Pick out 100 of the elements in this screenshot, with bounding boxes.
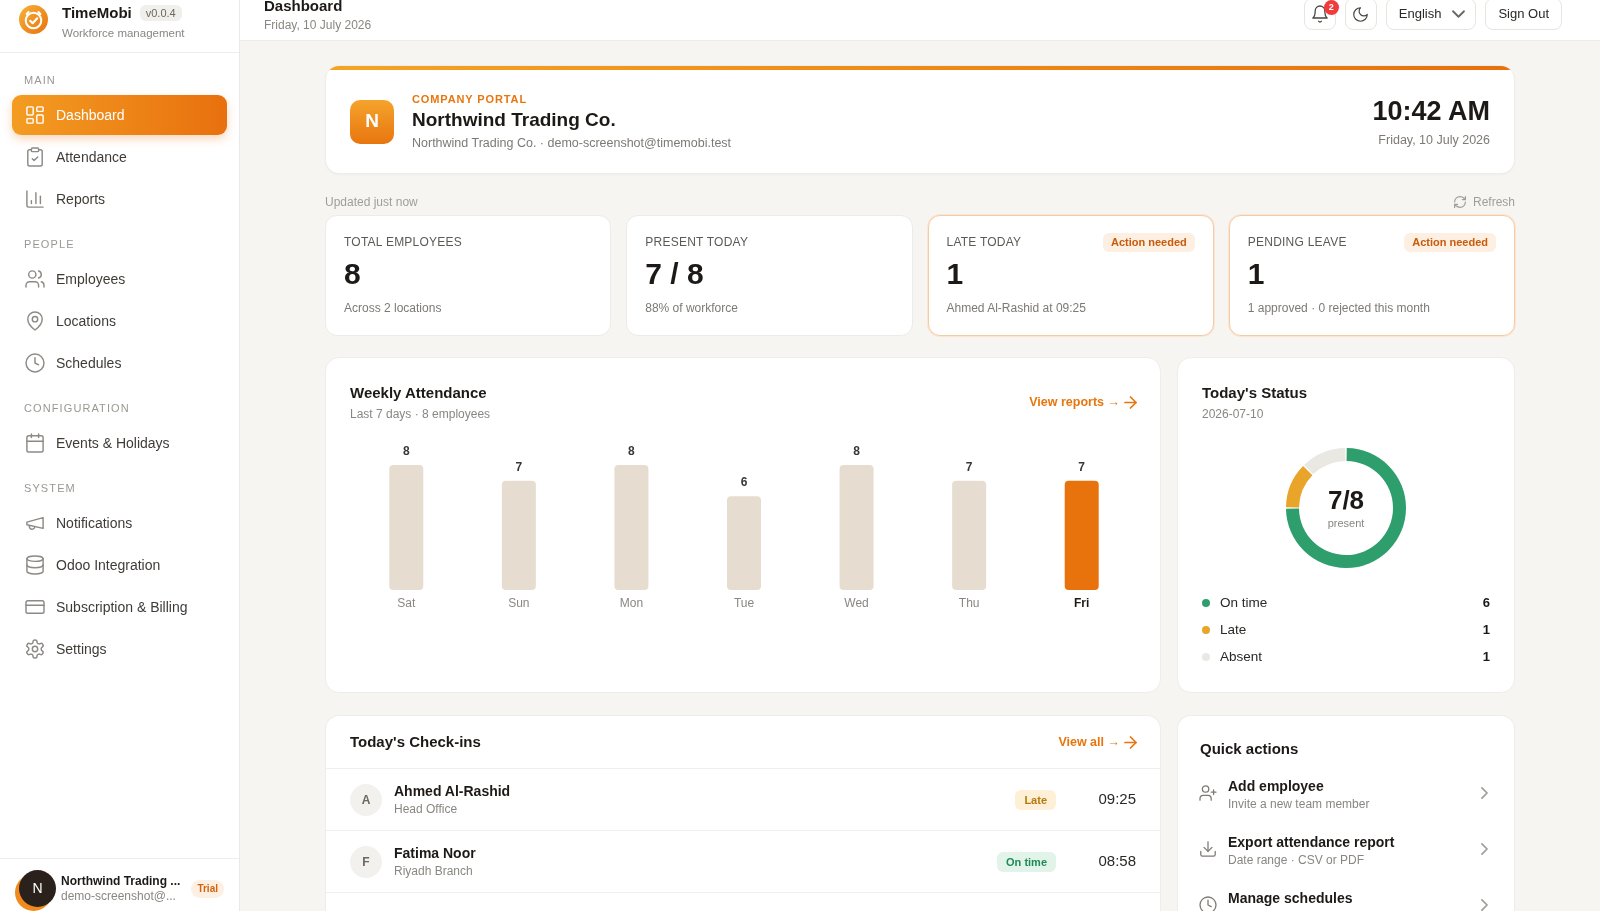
clock-icon — [1200, 897, 1216, 911]
legend-count: 1 — [1482, 621, 1490, 640]
language-select[interactable]: English — [1385, 0, 1477, 30]
stat-label: PRESENT TODAY — [645, 235, 749, 249]
stat-value: 7 / 8 — [645, 257, 705, 291]
clock-date: Friday, 10 July 2026 — [1378, 132, 1490, 148]
theme-toggle-button[interactable] — [1344, 0, 1377, 30]
stat-value: 8 — [344, 257, 362, 291]
card-title: Today's Status — [1202, 384, 1307, 402]
legend-label: Late — [1220, 620, 1247, 639]
logo-icon — [19, 5, 48, 34]
bar-value-label: 7 — [1078, 459, 1086, 474]
bar-value-label: 8 — [853, 444, 860, 458]
employee-name: Fatima Noor — [394, 844, 476, 862]
clipboard-check-icon — [26, 148, 44, 166]
credit-card-icon — [26, 598, 44, 616]
employee-name: Ahmed Al-Rashid — [394, 782, 511, 800]
chevron-right-icon — [1481, 787, 1488, 799]
nav-item[interactable]: Locations — [12, 301, 227, 341]
nav-item[interactable]: Notifications — [12, 503, 227, 543]
dashboard-grid-icon — [26, 106, 44, 124]
brand-name: TimeMobi — [62, 3, 132, 23]
day-axis-label: Mon — [619, 596, 644, 610]
chevron-right-icon — [1481, 899, 1488, 911]
megaphone-icon — [26, 514, 44, 532]
checkin-time: 09:25 — [1097, 789, 1136, 810]
account-name: Northwind Trading ... — [61, 873, 181, 889]
stat-label: LATE TODAY — [946, 235, 1022, 249]
users-icon — [26, 270, 44, 288]
stat-note: Across 2 locations — [344, 301, 443, 316]
employee-avatar: F — [350, 845, 382, 878]
notification-count-badge: 2 — [1323, 0, 1339, 15]
card-title: Weekly Attendance — [350, 384, 488, 402]
nav-item[interactable]: Schedules — [12, 343, 227, 383]
nav-section-label: MAIN — [23, 73, 57, 88]
attendance-status-tag: On time — [997, 851, 1056, 872]
card-title: Quick actions — [1200, 740, 1299, 757]
day-axis-label: Fri — [1074, 596, 1090, 610]
updated-text: Updated just now — [325, 195, 418, 209]
legend-count: 6 — [1482, 594, 1490, 613]
brand-tagline: Workforce management — [62, 26, 185, 40]
stat-note: 88% of workforce — [645, 301, 739, 316]
stat-value: 1 — [946, 257, 965, 291]
sign-out-button[interactable]: Sign Out — [1485, 0, 1562, 30]
nav-item[interactable]: Attendance — [12, 137, 227, 177]
day-axis-label: Sat — [397, 596, 416, 610]
card-subtitle: 2026-07-10 — [1202, 406, 1265, 422]
arrow-right-icon — [1125, 396, 1136, 408]
map-pin-icon — [26, 312, 44, 330]
donut-center-label: present — [1327, 516, 1365, 530]
company-details: Northwind Trading Co. · demo-screenshot@timemobi.test — [412, 135, 732, 151]
bar-value-label: 7 — [515, 459, 523, 474]
quick-action-item[interactable]: Add employee Invite a new team member — [1178, 767, 1514, 823]
moon-icon — [1353, 6, 1369, 22]
database-icon — [26, 556, 44, 574]
nav-item[interactable]: Reports — [12, 179, 227, 219]
card-subtitle: Last 7 days · 8 employees — [350, 406, 491, 422]
arrow-right-icon — [1125, 736, 1136, 748]
stat-label: PENDING LEAVE — [1247, 235, 1347, 249]
day-axis-label: Wed — [844, 596, 869, 610]
nav-section-label: CONFIGURATION — [23, 401, 131, 416]
settings-icon — [26, 640, 44, 658]
stat-note: 1 approved · 0 rejected this month — [1247, 301, 1431, 316]
legend-count: 1 — [1482, 648, 1490, 667]
bar-value-label: 7 — [965, 459, 973, 474]
refresh-icon — [1453, 196, 1466, 208]
user-plus-icon — [1200, 785, 1216, 801]
nav-item[interactable]: Events & Holidays — [12, 423, 227, 463]
chevron-right-icon — [1481, 843, 1488, 855]
quick-action-item[interactable]: Manage schedules — [1178, 879, 1514, 911]
notifications-button[interactable]: 2 — [1303, 0, 1336, 30]
nav-section-label: PEOPLE — [23, 237, 76, 252]
bar-value-label: 8 — [628, 444, 635, 458]
chevron-down-icon — [1453, 11, 1465, 17]
account-email: demo-screenshot@... — [61, 889, 177, 904]
card-title: Today's Check-ins — [350, 733, 481, 751]
donut-center-value: 7/8 — [1327, 486, 1365, 514]
plan-badge: Trial — [191, 879, 224, 898]
alert-badge: Action needed — [1404, 232, 1496, 252]
stat-label: TOTAL EMPLOYEES — [344, 235, 463, 249]
company-name: Northwind Trading Co. — [412, 108, 617, 132]
legend-label: Absent — [1220, 647, 1263, 666]
stat-note: Ahmed Al-Rashid at 09:25 — [946, 301, 1087, 316]
download-icon — [1200, 841, 1216, 857]
bar-value-label: 8 — [402, 444, 410, 458]
nav-item[interactable]: Employees — [12, 259, 227, 299]
quick-action-item[interactable]: Export attendance report Date range · CSV or PDF — [1178, 823, 1514, 879]
nav-item[interactable]: Subscription & Billing — [12, 587, 227, 627]
version-badge: v0.0.4 — [139, 5, 182, 21]
page-title: Dashboard — [264, 0, 344, 15]
employee-location: Riyadh Branch — [394, 864, 474, 879]
day-axis-label: Thu — [958, 596, 980, 610]
clock-time: 10:42 AM — [1372, 95, 1490, 127]
nav-item[interactable]: Settings — [12, 629, 227, 669]
day-axis-label: Tue — [733, 596, 755, 610]
page-date: Friday, 10 July 2026 — [264, 17, 372, 33]
company-logo: N — [350, 99, 394, 144]
stat-value: 1 — [1247, 257, 1266, 291]
clock-icon — [26, 354, 44, 372]
nav-item[interactable]: Odoo Integration — [12, 545, 227, 585]
